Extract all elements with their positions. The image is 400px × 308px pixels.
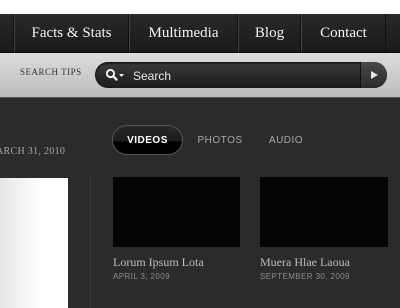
search-icon[interactable] — [105, 68, 127, 82]
nav-item-multimedia[interactable]: Multimedia — [129, 14, 238, 52]
tab-audio[interactable]: AUDIO — [266, 125, 306, 155]
video-title[interactable]: Muera Hlae Laoua — [260, 255, 388, 270]
search-bar: SEARCH TIPS — [0, 53, 400, 98]
featured-date: ARCH 31, 2010 — [0, 146, 66, 157]
video-card: Lorum Ipsum Lota APRIL 3, 2009 — [113, 177, 241, 281]
top-navigation-bar: Facts & Stats Multimedia Blog Contact — [0, 0, 400, 53]
nav-item-spacer — [0, 14, 14, 52]
nav-item-blog[interactable]: Blog — [238, 14, 301, 52]
tab-photos[interactable]: PHOTOS — [196, 125, 244, 155]
nav-item-contact[interactable]: Contact — [301, 14, 386, 52]
column-divider — [90, 178, 91, 308]
play-arrow-icon — [371, 71, 378, 79]
featured-image[interactable] — [0, 178, 68, 308]
video-thumbnail[interactable] — [260, 177, 388, 247]
search-box — [95, 62, 387, 88]
tab-videos[interactable]: VIDEOS — [112, 125, 183, 155]
video-thumbnail[interactable] — [113, 177, 240, 247]
video-date: APRIL 3, 2009 — [113, 272, 170, 281]
video-title[interactable]: Lorum Ipsum Lota — [113, 255, 241, 270]
nav-item-label: Facts & Stats — [31, 24, 112, 41]
nav-items: Facts & Stats Multimedia Blog Contact — [0, 14, 386, 52]
search-submit-button[interactable] — [360, 62, 387, 88]
search-input[interactable] — [131, 65, 355, 87]
tab-label: AUDIO — [268, 134, 304, 146]
multimedia-section: ARCH 31, 2010 VIDEOS PHOTOS AUDIO Lorum … — [0, 98, 400, 308]
tab-label: PHOTOS — [197, 134, 243, 146]
header-top-strip — [0, 0, 400, 14]
search-tips-link[interactable]: SEARCH TIPS — [20, 67, 82, 77]
video-card: Muera Hlae Laoua SEPTEMBER 30, 2009 — [260, 177, 388, 281]
nav-item-label: Blog — [254, 24, 285, 41]
tab-label: VIDEOS — [127, 134, 168, 146]
nav-item-label: Contact — [320, 24, 367, 41]
nav-item-label: Multimedia — [148, 24, 219, 41]
nav-item-facts-stats[interactable]: Facts & Stats — [14, 14, 129, 52]
video-date: SEPTEMBER 30, 2009 — [260, 272, 350, 281]
